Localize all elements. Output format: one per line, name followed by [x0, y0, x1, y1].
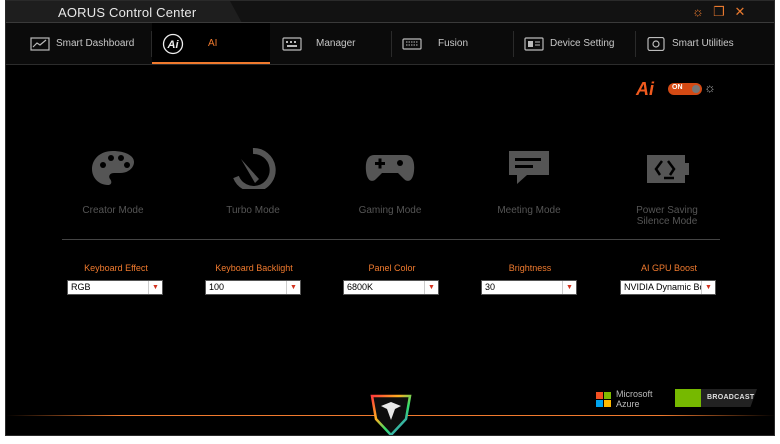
mode-power-saving-label: Power Saving Silence Mode [636, 205, 698, 227]
ai-icon: Ai [162, 33, 184, 54]
close-icon[interactable]: ✕ [732, 4, 748, 20]
mode-power-saving[interactable]: Power Saving Silence Mode [607, 147, 727, 227]
dropdown-arrow-icon: ▼ [286, 281, 300, 294]
main-tabs: Smart Dashboard Ai AI Manager Fusion Dev… [6, 23, 774, 65]
mode-meeting[interactable]: Meeting Mode [469, 147, 589, 216]
setting-brightness: Brightness 30 ▼ [476, 263, 584, 295]
app-title: AORUS Control Center [58, 5, 197, 20]
tab-manager[interactable]: Manager [270, 23, 392, 64]
svg-text:Ai: Ai [167, 39, 180, 51]
brightness-select[interactable]: 30 ▼ [481, 280, 577, 295]
microsoft-azure-logo: Microsoft Azure [596, 389, 653, 409]
tab-smart-utilities[interactable]: Smart Utilities [636, 23, 758, 64]
tab-smart-dashboard[interactable]: Smart Dashboard [30, 23, 152, 64]
tab-ai[interactable]: Ai AI [152, 23, 270, 64]
setting-panel-color: Panel Color 6800K ▼ [338, 263, 446, 295]
tab-fusion[interactable]: Fusion [392, 23, 514, 64]
nvidia-logo-icon [675, 389, 701, 407]
app-window: AORUS Control Center ☼ ❐ ✕ Smart Dashboa… [5, 0, 775, 436]
dropdown-arrow-icon: ▼ [701, 281, 715, 294]
ai-gpu-boost-select[interactable]: NVIDIA Dynamic Bo ▼ [620, 280, 716, 295]
keyboard-backlight-select[interactable]: 100 ▼ [205, 280, 301, 295]
mode-turbo[interactable]: Turbo Mode [193, 147, 313, 216]
device-icon [524, 36, 544, 51]
dropdown-arrow-icon: ▼ [562, 281, 576, 294]
ai-settings-icon[interactable]: ☼ [704, 80, 716, 95]
restore-icon[interactable]: ❐ [711, 4, 727, 20]
setting-keyboard-backlight: Keyboard Backlight 100 ▼ [200, 263, 308, 295]
dropdown-arrow-icon: ▼ [424, 281, 438, 294]
setting-keyboard-effect: Keyboard Effect RGB ▼ [62, 263, 170, 295]
title-bar: AORUS Control Center ☼ ❐ ✕ [6, 1, 774, 23]
manager-icon [282, 36, 302, 51]
aorus-emblem-icon [370, 394, 412, 435]
nvidia-broadcast-badge: BROADCAST [675, 389, 757, 407]
microsoft-logo-icon [596, 391, 611, 407]
keyboard-effect-select[interactable]: RGB ▼ [67, 280, 163, 295]
battery-recycle-icon [647, 155, 689, 183]
speedometer-icon [233, 147, 276, 189]
utilities-icon [647, 36, 665, 51]
dashboard-icon [30, 36, 50, 51]
chat-icon [509, 151, 549, 184]
mode-creator[interactable]: Creator Mode [53, 147, 173, 216]
keyboard-icon [402, 37, 422, 50]
ai-toggle[interactable]: ON [668, 83, 702, 95]
mode-gaming[interactable]: Gaming Mode [330, 147, 450, 216]
settings-gear-icon[interactable]: ☼ [690, 4, 706, 20]
panel-color-select[interactable]: 6800K ▼ [343, 280, 439, 295]
dropdown-arrow-icon: ▼ [148, 281, 162, 294]
setting-ai-gpu-boost: AI GPU Boost NVIDIA Dynamic Bo ▼ [615, 263, 723, 295]
tab-device-setting[interactable]: Device Setting [514, 23, 636, 64]
gamepad-icon [365, 155, 415, 181]
palette-icon [92, 151, 134, 185]
divider [62, 239, 720, 240]
ai-logo: Ai [636, 79, 654, 99]
